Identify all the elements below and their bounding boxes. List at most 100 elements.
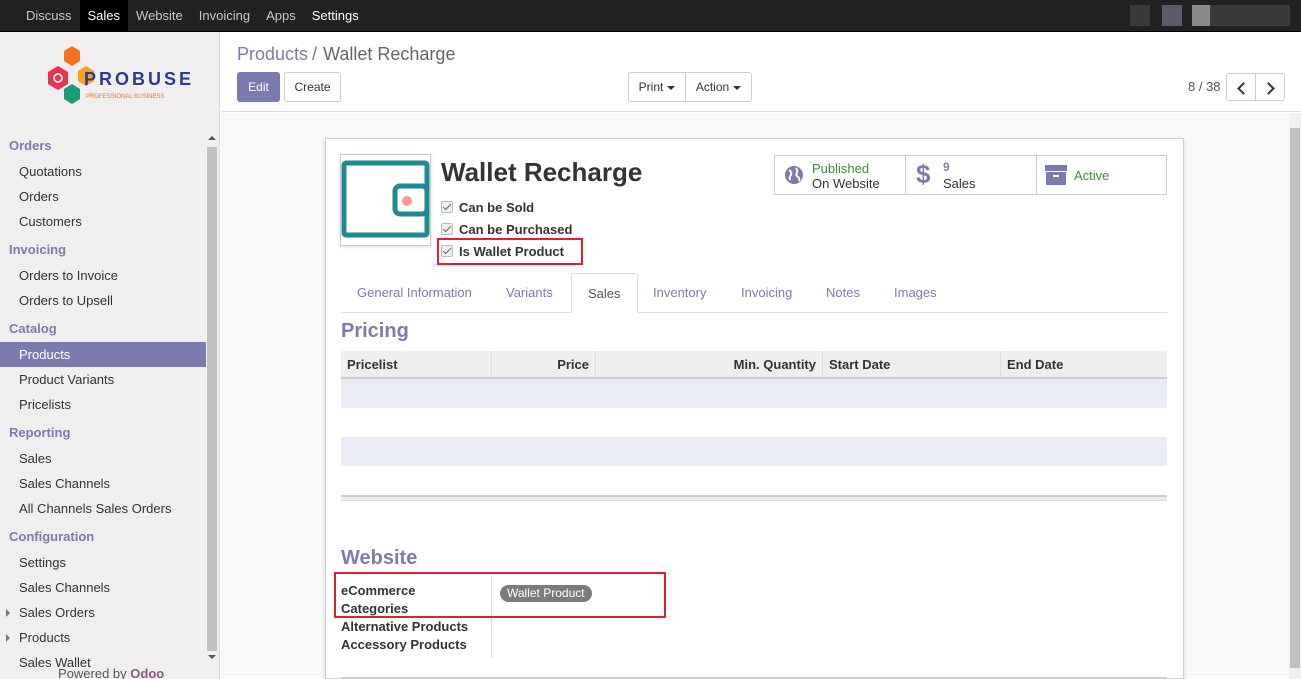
pricing-table: Pricelist Price Min. Quantity Start Date… — [341, 351, 1167, 501]
column-end-date[interactable]: End Date — [1001, 351, 1167, 379]
tab-general-information[interactable]: General Information — [341, 273, 488, 313]
sidebar-section-catalog: Catalog — [9, 321, 57, 336]
sidebar-item-sales-orders-config[interactable]: Sales Orders — [0, 600, 206, 625]
sidebar-item-customers[interactable]: Customers — [0, 209, 206, 234]
tab-variants[interactable]: Variants — [490, 273, 569, 313]
sales-count: 9 — [943, 160, 950, 174]
accessory-products-label: Accessory Products — [341, 637, 467, 652]
column-start-date[interactable]: Start Date — [823, 351, 1001, 379]
edit-button[interactable]: Edit — [237, 72, 280, 102]
active-stat-button[interactable]: Active — [1036, 155, 1167, 195]
can-be-sold-checkbox[interactable]: Can be Sold — [441, 197, 534, 217]
action-dropdown[interactable]: Action — [685, 72, 752, 102]
blurred-user-area[interactable] — [1130, 5, 1290, 26]
control-panel: Products / Wallet Recharge Edit Create Pri… — [221, 32, 1301, 112]
column-min-quantity[interactable]: Min. Quantity — [596, 351, 823, 379]
sidebar-section-invoicing: Invoicing — [9, 242, 67, 257]
section-divider — [341, 677, 1167, 678]
breadcrumb-products[interactable]: Products — [237, 44, 308, 64]
sidebar-item-sales-channels-config[interactable]: Sales Channels — [0, 575, 206, 600]
sales-label: Sales — [943, 176, 976, 191]
checkbox-checked-icon[interactable] — [441, 201, 453, 213]
print-dropdown[interactable]: Print — [628, 72, 686, 102]
sidebar-item-sales-report[interactable]: Sales — [0, 446, 206, 471]
app-apps[interactable]: Apps — [258, 0, 304, 31]
sidebar-item-orders-to-upsell[interactable]: Orders to Upsell — [0, 288, 206, 313]
scroll-down-icon[interactable] — [208, 655, 216, 659]
svg-text:PROFESSIONAL BUSINESS: PROFESSIONAL BUSINESS — [86, 94, 164, 100]
app-menu: Discuss Sales Website Invoicing Apps Set… — [18, 0, 367, 31]
pager-previous-button[interactable] — [1226, 73, 1256, 101]
alternative-products-label: Alternative Products — [341, 619, 469, 634]
sales-stat-button[interactable]: $ 9 Sales — [905, 155, 1037, 195]
tab-inventory[interactable]: Inventory — [637, 273, 722, 313]
published-stat-button[interactable]: Published On Website — [774, 155, 906, 195]
sidebar-section-reporting: Reporting — [9, 425, 71, 440]
tab-invoicing[interactable]: Invoicing — [725, 273, 808, 313]
product-image[interactable] — [340, 154, 431, 246]
tab-notes[interactable]: Notes — [810, 273, 876, 313]
breadcrumb: Products / Wallet Recharge — [237, 44, 455, 65]
expand-caret-icon[interactable] — [6, 609, 10, 617]
powered-by: Powered by Odoo — [58, 666, 165, 679]
table-row — [341, 379, 1167, 408]
form-scroll-thumb[interactable] — [1290, 128, 1300, 668]
column-pricelist[interactable]: Pricelist — [341, 351, 492, 379]
caret-down-icon — [733, 85, 742, 90]
sidebar-item-orders-to-invoice[interactable]: Orders to Invoice — [0, 263, 206, 288]
expand-caret-icon[interactable] — [6, 634, 10, 642]
app-invoicing[interactable]: Invoicing — [191, 0, 258, 31]
pricing-table-header: Pricelist Price Min. Quantity Start Date… — [341, 351, 1167, 379]
company-logo[interactable]: PROBUSE PROFESSIONAL BUSINESS — [42, 44, 192, 119]
app-discuss[interactable]: Discuss — [18, 0, 80, 31]
pricing-heading: Pricing — [341, 320, 409, 342]
sidebar-item-settings[interactable]: Settings — [0, 550, 206, 575]
top-navbar: Discuss Sales Website Invoicing Apps Set… — [0, 0, 1301, 32]
published-label: Published — [812, 161, 870, 176]
archive-icon — [1045, 165, 1067, 185]
on-website-label: On Website — [812, 176, 880, 191]
sidebar-item-sales-channels-report[interactable]: Sales Channels — [0, 471, 206, 496]
pricing-table-footer — [341, 495, 1167, 501]
globe-icon — [785, 166, 803, 184]
sidebar-item-pricelists[interactable]: Pricelists — [0, 392, 206, 417]
can-be-purchased-checkbox[interactable]: Can be Purchased — [441, 219, 572, 239]
table-row — [341, 466, 1167, 495]
highlight-box-ecommerce-categories — [334, 572, 666, 618]
checkbox-checked-icon[interactable] — [441, 223, 453, 235]
caret-down-icon — [667, 85, 676, 90]
tab-images[interactable]: Images — [878, 273, 953, 313]
sidebar-item-orders[interactable]: Orders — [0, 184, 206, 209]
app-website[interactable]: Website — [128, 0, 191, 31]
svg-text:PROBUSE: PROBUSE — [84, 69, 192, 89]
active-label: Active — [1074, 168, 1110, 183]
column-price[interactable]: Price — [492, 351, 596, 379]
app-settings[interactable]: Settings — [304, 0, 367, 31]
wallet-icon — [341, 160, 430, 238]
notebook-tabs: General Information Variants Sales Inven… — [341, 273, 1167, 313]
sidebar-item-products[interactable]: Products — [0, 342, 206, 367]
table-row — [341, 408, 1167, 437]
app-sales[interactable]: Sales — [79, 0, 129, 31]
sidebar-item-quotations[interactable]: Quotations — [0, 159, 206, 184]
sidebar-item-products-config[interactable]: Products — [0, 625, 206, 650]
create-button[interactable]: Create — [284, 72, 341, 102]
sidebar-section-configuration: Configuration — [9, 529, 95, 544]
breadcrumb-separator: / — [312, 44, 318, 64]
tab-sales[interactable]: Sales — [571, 273, 638, 313]
pager-value[interactable]: 8 / 38 — [1188, 79, 1221, 94]
website-heading: Website — [341, 547, 418, 569]
sidebar-item-product-variants[interactable]: Product Variants — [0, 367, 206, 392]
sidebar-menu: Orders Quotations Orders Customers Invoi… — [0, 130, 206, 670]
sidebar-item-all-channels-sales-orders[interactable]: All Channels Sales Orders — [0, 496, 206, 521]
sidebar-section-orders: Orders — [9, 138, 52, 153]
pager-next-button[interactable] — [1255, 73, 1285, 101]
sidebar-scroll-thumb[interactable] — [207, 147, 217, 651]
odoo-link[interactable]: Odoo — [130, 666, 164, 679]
breadcrumb-current: Wallet Recharge — [323, 44, 456, 64]
dollar-icon: $ — [916, 159, 931, 189]
chevron-left-icon — [1237, 82, 1250, 95]
table-row — [341, 437, 1167, 466]
product-name: Wallet Recharge — [441, 157, 643, 187]
scroll-up-icon[interactable] — [208, 136, 216, 140]
